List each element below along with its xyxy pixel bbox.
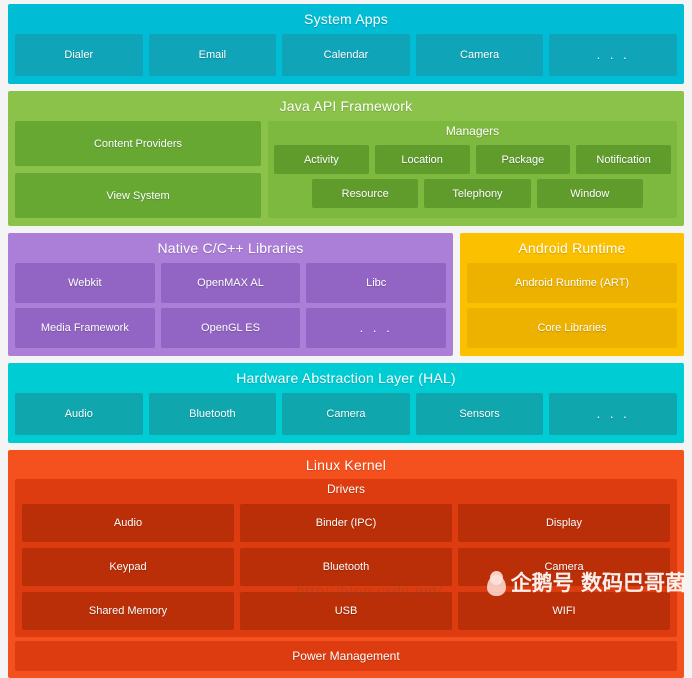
- drivers-panel: Drivers Audio Binder (IPC) Display Keypa…: [15, 479, 677, 637]
- layer-hardware-abstraction: Hardware Abstraction Layer (HAL) Audio B…: [8, 363, 684, 443]
- system-apps-row: Dialer Email Calendar Camera . . .: [15, 34, 677, 76]
- manager-notification[interactable]: Notification: [576, 145, 671, 174]
- manager-telephony[interactable]: Telephony: [424, 179, 531, 208]
- drivers-row-2: Keypad Bluetooth Camera: [22, 548, 670, 586]
- driver-audio[interactable]: Audio: [22, 504, 234, 542]
- drivers-title: Drivers: [327, 482, 365, 496]
- layer-native-libraries: Native C/C++ Libraries Webkit OpenMAX AL…: [8, 233, 453, 356]
- native-lib-openmax-al[interactable]: OpenMAX AL: [160, 263, 301, 303]
- layer-system-apps: System Apps Dialer Email Calendar Camera…: [8, 4, 684, 84]
- native-lib-opengl-es[interactable]: OpenGL ES: [160, 308, 301, 348]
- hal-sensors[interactable]: Sensors: [415, 393, 544, 435]
- android-runtime-row-1: Android Runtime (ART): [467, 263, 677, 303]
- system-app-email[interactable]: Email: [148, 34, 277, 76]
- framework-left-column: Content Providers View System: [15, 121, 261, 218]
- layer-title-java-api-framework: Java API Framework: [279, 98, 413, 114]
- native-lib-webkit[interactable]: Webkit: [15, 263, 155, 303]
- manager-resource[interactable]: Resource: [312, 179, 419, 208]
- driver-binder-ipc[interactable]: Binder (IPC): [240, 504, 452, 542]
- hal-row: Audio Bluetooth Camera Sensors . . .: [15, 393, 677, 435]
- manager-location[interactable]: Location: [374, 145, 470, 174]
- framework-view-system[interactable]: View System: [15, 173, 261, 218]
- system-app-camera[interactable]: Camera: [415, 34, 544, 76]
- drivers-row-1: Audio Binder (IPC) Display: [22, 504, 670, 542]
- manager-package[interactable]: Package: [475, 145, 571, 174]
- framework-content-providers[interactable]: Content Providers: [15, 121, 261, 166]
- layer-title-android-runtime: Android Runtime: [518, 240, 626, 256]
- system-app-dialer[interactable]: Dialer: [15, 34, 143, 76]
- native-and-runtime-row: Native C/C++ Libraries Webkit OpenMAX AL…: [8, 233, 684, 356]
- driver-camera[interactable]: Camera: [458, 548, 670, 586]
- layer-android-runtime: Android Runtime Android Runtime (ART) Co…: [460, 233, 684, 356]
- native-lib-more[interactable]: . . .: [306, 308, 447, 348]
- hal-more[interactable]: . . .: [549, 393, 677, 435]
- runtime-art[interactable]: Android Runtime (ART): [467, 263, 677, 303]
- driver-bluetooth[interactable]: Bluetooth: [240, 548, 452, 586]
- driver-keypad[interactable]: Keypad: [22, 548, 234, 586]
- driver-shared-memory[interactable]: Shared Memory: [22, 592, 234, 630]
- manager-activity[interactable]: Activity: [274, 145, 369, 174]
- native-lib-libc[interactable]: Libc: [306, 263, 447, 303]
- android-runtime-row-2: Core Libraries: [467, 308, 677, 348]
- layer-title-system-apps: System Apps: [304, 11, 388, 27]
- driver-usb[interactable]: USB: [240, 592, 452, 630]
- hal-camera[interactable]: Camera: [282, 393, 410, 435]
- managers-row-1: Activity Location Package Notification: [274, 145, 671, 174]
- framework-body: Content Providers View System Managers A…: [15, 121, 677, 218]
- power-management-bar[interactable]: Power Management: [15, 641, 677, 671]
- layer-title-hal: Hardware Abstraction Layer (HAL): [236, 370, 456, 386]
- manager-window[interactable]: Window: [536, 179, 643, 208]
- hal-audio[interactable]: Audio: [15, 393, 143, 435]
- managers-title: Managers: [445, 124, 500, 138]
- native-lib-media-framework[interactable]: Media Framework: [15, 308, 155, 348]
- runtime-core-libraries[interactable]: Core Libraries: [467, 308, 677, 348]
- managers-row-2: Resource Telephony Window: [274, 179, 671, 208]
- layer-title-linux-kernel: Linux Kernel: [305, 457, 387, 473]
- system-app-calendar[interactable]: Calendar: [282, 34, 410, 76]
- native-libraries-row-2: Media Framework OpenGL ES . . .: [15, 308, 447, 348]
- hal-bluetooth[interactable]: Bluetooth: [148, 393, 277, 435]
- driver-wifi[interactable]: WIFI: [458, 592, 670, 630]
- layer-java-api-framework: Java API Framework Content Providers Vie…: [8, 91, 684, 226]
- layer-title-native-libraries: Native C/C++ Libraries: [157, 240, 304, 256]
- layer-linux-kernel: Linux Kernel Drivers Audio Binder (IPC) …: [8, 450, 684, 678]
- driver-display[interactable]: Display: [458, 504, 670, 542]
- managers-panel: Managers Activity Location Package Notif…: [268, 121, 677, 218]
- android-architecture-diagram: System Apps Dialer Email Calendar Camera…: [0, 0, 692, 678]
- system-app-more[interactable]: . . .: [549, 34, 677, 76]
- drivers-row-3: Shared Memory USB WIFI: [22, 592, 670, 630]
- native-libraries-row-1: Webkit OpenMAX AL Libc: [15, 263, 447, 303]
